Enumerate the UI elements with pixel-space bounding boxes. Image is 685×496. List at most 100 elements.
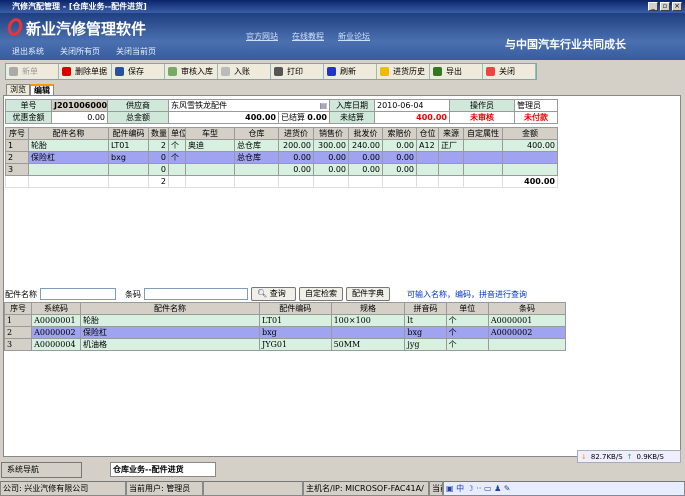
date-field[interactable]: 2010-06-04 [374, 99, 450, 112]
grid-cell[interactable] [108, 163, 149, 176]
barcode-input[interactable] [144, 288, 248, 300]
grid-cell[interactable]: 3 [5, 163, 29, 176]
link-tutorial[interactable]: 在线教程 [292, 31, 324, 42]
toolbar-button-7[interactable]: 进货历史 [377, 64, 430, 79]
custom-search-button[interactable]: 自定检索 [299, 287, 343, 301]
column-header[interactable]: 序号 [5, 127, 29, 140]
ime-toolbar[interactable]: ▣ 中 ☽ ·· ▭ ♟ ✎ [443, 481, 685, 496]
grid-cell[interactable]: 400.00 [502, 139, 558, 152]
parts-cell[interactable]: 个 [445, 314, 489, 327]
grid-cell[interactable]: 300.00 [313, 139, 349, 152]
column-header[interactable]: 序号 [3, 302, 33, 315]
parts-cell[interactable]: 保险杠 [79, 326, 260, 339]
parts-cell[interactable]: 1 [3, 314, 33, 327]
grid-cell[interactable]: 0.00 [382, 139, 417, 152]
grid-cell[interactable]: 200.00 [278, 139, 314, 152]
column-header[interactable]: 拼音码 [404, 302, 447, 315]
parts-cell[interactable]: 个 [445, 338, 489, 351]
column-header[interactable]: 索赔价 [382, 127, 417, 140]
column-header[interactable]: 来源 [438, 127, 464, 140]
link-official-site[interactable]: 官方网站 [246, 31, 278, 42]
parts-cell[interactable]: 轮胎 [79, 314, 260, 327]
grid-cell[interactable]: 0.00 [278, 163, 314, 176]
column-header[interactable]: 规格 [330, 302, 406, 315]
grid-cell[interactable]: 总仓库 [234, 139, 279, 152]
column-header[interactable]: 配件名称 [79, 302, 260, 315]
toolbar-button-1[interactable]: 删除单据 [59, 64, 112, 79]
grid-cell[interactable]: A12 [416, 139, 439, 152]
open-page-tab[interactable]: 仓库业务--配件进货 [110, 462, 216, 477]
exit-system-link[interactable]: 退出系统 [12, 46, 44, 57]
column-header[interactable]: 金额 [502, 127, 558, 140]
grid-cell[interactable]: 0 [148, 163, 169, 176]
grid-cell[interactable]: 0 [148, 151, 169, 164]
parts-cell[interactable]: 个 [445, 326, 489, 339]
grid-cell[interactable] [463, 163, 503, 176]
parts-cell[interactable]: 100×100 [330, 314, 406, 327]
parts-cell[interactable]: A0000001 [31, 314, 81, 327]
grid-cell[interactable] [438, 151, 464, 164]
parts-cell[interactable] [487, 338, 567, 351]
grid-cell[interactable] [234, 163, 279, 176]
grid-cell[interactable]: LT01 [108, 139, 149, 152]
grid-cell[interactable]: 0.00 [278, 151, 314, 164]
grid-cell[interactable]: 1 [5, 139, 29, 152]
parts-cell[interactable] [330, 326, 406, 339]
column-header[interactable]: 批发价 [348, 127, 383, 140]
column-header[interactable]: 数量 [148, 127, 169, 140]
parts-cell[interactable]: 3 [3, 338, 33, 351]
column-header[interactable]: 单位 [168, 127, 186, 140]
grid-cell[interactable] [168, 163, 186, 176]
column-header[interactable]: 配件编码 [108, 127, 149, 140]
column-header[interactable]: 销售价 [313, 127, 349, 140]
grid-cell[interactable]: 总仓库 [234, 151, 279, 164]
column-header[interactable]: 单位 [445, 302, 489, 315]
table-row[interactable]: 3 A0000004 机油格 JYG01 50MM jyg 个 [3, 338, 567, 351]
toolbar-button-6[interactable]: 刷新 [324, 64, 377, 79]
parts-cell[interactable]: LT01 [258, 314, 332, 327]
grid-cell[interactable]: 个 [168, 139, 186, 152]
parts-dictionary-button[interactable]: 配件字典 [346, 287, 390, 301]
table-row[interactable]: 3 0 0.00 0.00 0.00 0.00 [5, 163, 558, 176]
parts-cell[interactable]: bxg [258, 326, 332, 339]
grid-cell[interactable] [416, 163, 439, 176]
restore-button[interactable]: ▫ [660, 2, 670, 11]
parts-cell[interactable]: jyg [404, 338, 447, 351]
supplier-field[interactable]: 东风雪铁龙配件 ▤ [168, 99, 330, 112]
parts-cell[interactable]: 50MM [330, 338, 406, 351]
parts-cell[interactable]: 2 [3, 326, 33, 339]
toolbar-button-9[interactable]: 关闭 [483, 64, 536, 79]
toolbar-button-8[interactable]: 导出 [430, 64, 483, 79]
close-window-button[interactable]: × [672, 2, 682, 11]
table-row[interactable]: 2 A0000002 保险杠 bxg bxg 个 A0000002 [3, 326, 567, 339]
grid-cell[interactable] [502, 163, 558, 176]
table-row[interactable]: 1 A0000001 轮胎 LT01 100×100 lt 个 A0000001 [3, 314, 567, 327]
column-header[interactable]: 仓位 [416, 127, 439, 140]
grid-cell[interactable]: 0.00 [348, 151, 383, 164]
column-header[interactable]: 系统码 [31, 302, 81, 315]
grid-cell[interactable] [463, 151, 503, 164]
grid-cell[interactable] [185, 151, 235, 164]
close-current-page-link[interactable]: 关闭当前页 [116, 46, 156, 57]
parts-cell[interactable]: A0000001 [487, 314, 567, 327]
grid-cell[interactable]: 0.00 [348, 163, 383, 176]
system-nav-button[interactable]: 系统导航 [1, 462, 82, 478]
parts-cell[interactable]: A0000002 [31, 326, 81, 339]
column-header[interactable]: 条码 [487, 302, 567, 315]
discount-field[interactable]: 0.00 [51, 111, 108, 124]
column-header[interactable]: 配件编码 [258, 302, 332, 315]
grid-cell[interactable]: bxg [108, 151, 149, 164]
lookup-icon[interactable]: ▤ [319, 101, 327, 111]
part-name-input[interactable] [40, 288, 116, 300]
close-all-pages-link[interactable]: 关闭所有页 [60, 46, 100, 57]
column-header[interactable]: 配件名称 [28, 127, 109, 140]
grid-cell[interactable]: 240.00 [348, 139, 383, 152]
parts-cell[interactable]: A0000004 [31, 338, 81, 351]
tab-browse[interactable]: 浏览 [6, 84, 30, 95]
grid-cell[interactable] [463, 139, 503, 152]
grid-cell[interactable]: 0.00 [313, 163, 349, 176]
grid-cell[interactable]: 轮胎 [28, 139, 109, 152]
parts-cell[interactable]: JYG01 [258, 338, 332, 351]
grid-cell[interactable]: 个 [168, 151, 186, 164]
column-header[interactable]: 自定属性 [463, 127, 503, 140]
